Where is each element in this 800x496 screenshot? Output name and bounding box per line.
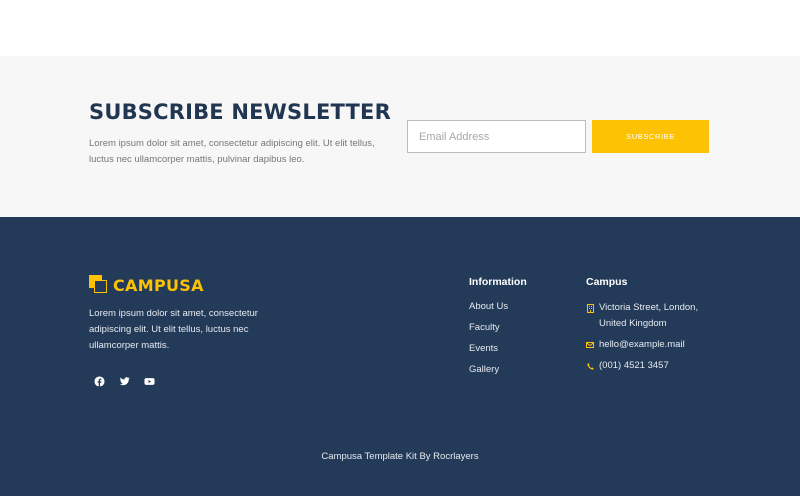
email-input[interactable] xyxy=(407,120,586,153)
social-links xyxy=(94,376,155,387)
logo[interactable]: CAMPUSA xyxy=(89,275,204,295)
link-events[interactable]: Events xyxy=(469,343,508,364)
newsletter-description: Lorem ipsum dolor sit amet, consectetur … xyxy=(89,138,375,165)
top-blank-area xyxy=(0,0,800,56)
newsletter-title: SUBSCRIBE NEWSLETTER xyxy=(89,100,391,124)
footer-about-text: Lorem ipsum dolor sit amet, consectetur … xyxy=(89,308,258,351)
logo-mark-icon xyxy=(89,275,109,295)
footer: CAMPUSA Lorem ipsum dolor sit amet, cons… xyxy=(0,217,800,496)
envelope-icon xyxy=(586,337,594,353)
link-faculty[interactable]: Faculty xyxy=(469,322,508,343)
twitter-icon[interactable] xyxy=(119,376,130,387)
link-gallery[interactable]: Gallery xyxy=(469,364,508,385)
newsletter-section: SUBSCRIBE NEWSLETTER Lorem ipsum dolor s… xyxy=(0,56,800,217)
campus-contact: Victoria Street, London, United Kingdom … xyxy=(586,300,726,374)
building-icon xyxy=(586,300,594,316)
youtube-icon[interactable] xyxy=(144,376,155,387)
email-row: hello@example.mail xyxy=(586,337,726,358)
campus-heading: Campus xyxy=(586,276,628,288)
link-about-us[interactable]: About Us xyxy=(469,301,508,322)
information-heading: Information xyxy=(469,276,527,288)
phone-icon xyxy=(586,358,594,374)
campus-phone[interactable]: (001) 4521 3457 xyxy=(599,358,669,374)
subscribe-button[interactable]: SUBSCRIBE xyxy=(592,120,709,153)
copyright-text: Campusa Template Kit By Rocrlayers xyxy=(321,451,479,462)
campus-email[interactable]: hello@example.mail xyxy=(599,337,685,353)
information-links: About Us Faculty Events Gallery xyxy=(469,301,508,385)
campus-address: Victoria Street, London, United Kingdom xyxy=(599,302,699,329)
facebook-icon[interactable] xyxy=(94,376,105,387)
brand-name: CAMPUSA xyxy=(113,275,204,295)
address-row: Victoria Street, London, United Kingdom xyxy=(586,300,726,337)
phone-row: (001) 4521 3457 xyxy=(586,358,726,374)
